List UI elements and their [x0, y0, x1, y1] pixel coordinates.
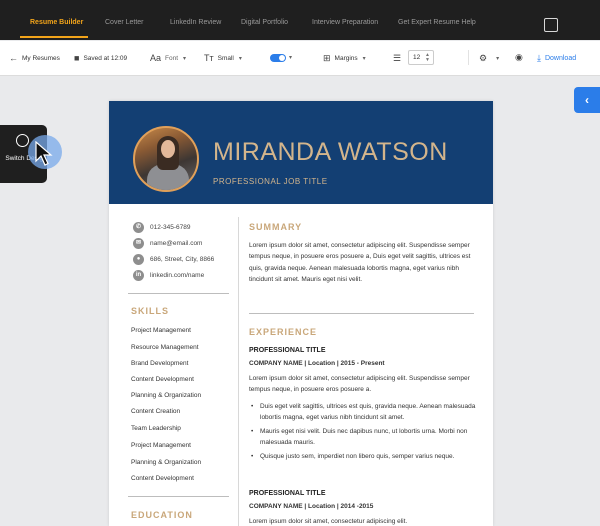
download-icon: ⤓ — [537, 53, 541, 63]
experience-heading[interactable]: EXPERIENCE — [249, 327, 317, 337]
summary-text[interactable]: Lorem ipsum dolor sit amet, consectetur … — [249, 240, 481, 286]
tab-linkedin-review[interactable]: LinkedIn Review — [170, 19, 221, 26]
contact-phone[interactable]: ✆ 012-345-6789 — [133, 222, 190, 233]
skill-item[interactable]: Team Leadership — [131, 425, 181, 432]
chevron-down-icon: ▾ — [238, 56, 242, 62]
location-pin-icon: ● — [133, 254, 144, 265]
window-square-icon[interactable] — [544, 18, 558, 32]
profile-photo[interactable] — [133, 126, 199, 192]
download-button[interactable]: ⤓ Download — [537, 54, 576, 63]
my-resumes-button[interactable]: ← My Resumes — [9, 54, 60, 63]
saved-status: ■ Saved at 12:09 — [74, 53, 128, 63]
text-size-icon: Tт — [204, 53, 214, 63]
settings-dropdown[interactable]: ⚙ ▾ — [479, 54, 499, 63]
line-spacing-icon: ☰ — [393, 53, 402, 63]
palette-icon — [16, 134, 29, 147]
skill-item[interactable]: Brand Development — [131, 360, 188, 367]
job-company[interactable]: COMPANY NAME | Location | 2014 -2015 — [249, 503, 373, 510]
email-icon: ✉ — [133, 238, 144, 249]
skill-item[interactable]: Content Creation — [131, 408, 180, 415]
job-bullet[interactable]: Mauris eget nisi velit. Duis nec dapibus… — [251, 426, 485, 449]
eye-icon: ◉ — [515, 52, 523, 62]
line-spacing-stepper[interactable]: 12 ▲ ▼ — [408, 50, 434, 65]
job-description[interactable]: Lorem ipsum dolor sit amet, consectetur … — [249, 373, 481, 396]
chevron-down-icon: ▾ — [362, 56, 366, 62]
tab-digital-portfolio[interactable]: Digital Portfolio — [241, 19, 288, 26]
divider — [249, 313, 474, 314]
job-description[interactable]: Lorem ipsum dolor sit amet, consectetur … — [249, 516, 481, 526]
top-nav: Resume Builder Cover Letter LinkedIn Rev… — [0, 0, 600, 40]
active-tab-indicator — [20, 36, 88, 38]
gear-icon: ⚙ — [479, 53, 488, 63]
resume-name[interactable]: MIRANDA WATSON — [213, 138, 448, 167]
skill-item[interactable]: Content Development — [131, 475, 194, 482]
font-icon: Aa — [150, 53, 162, 63]
save-disk-icon: ■ — [74, 53, 80, 63]
tab-resume-builder[interactable]: Resume Builder — [30, 19, 83, 26]
tab-interview-preparation[interactable]: Interview Preparation — [312, 19, 378, 26]
color-toggle[interactable] — [270, 54, 286, 62]
skills-heading[interactable]: SKILLS — [131, 306, 169, 316]
skill-item[interactable]: Content Development — [131, 376, 194, 383]
column-divider — [238, 217, 239, 526]
phone-icon: ✆ — [133, 222, 144, 233]
toolbar-divider — [468, 50, 469, 65]
preview-button[interactable]: ◉ — [515, 53, 527, 62]
job-title[interactable]: PROFESSIONAL TITLE — [249, 347, 326, 354]
job-company[interactable]: COMPANY NAME | Location | 2015 - Present — [249, 360, 385, 367]
margins-dropdown[interactable]: ⊞ Margins ▾ — [323, 54, 366, 63]
back-arrow-icon: ← — [9, 53, 18, 63]
mouse-pointer-icon — [35, 141, 53, 166]
font-dropdown[interactable]: Aa Font ▾ — [150, 54, 186, 63]
linkedin-icon: in — [133, 270, 144, 281]
contact-email[interactable]: ✉ name@email.com — [133, 238, 202, 249]
divider — [128, 293, 229, 294]
resume-page[interactable]: MIRANDA WATSON PROFESSIONAL JOB TITLE ✆ … — [109, 101, 493, 526]
job-bullet[interactable]: Quisque justo sem, imperdiet non libero … — [251, 451, 485, 463]
education-heading[interactable]: EDUCATION — [131, 510, 193, 520]
skill-item[interactable]: Project Management — [131, 327, 191, 334]
contact-address[interactable]: ● 686, Street, City, 8866 — [133, 254, 214, 265]
tab-get-expert-help[interactable]: Get Expert Resume Help — [398, 19, 476, 26]
skill-item[interactable]: Planning & Organization — [131, 459, 201, 466]
skill-item[interactable]: Project Management — [131, 442, 191, 449]
chevron-down-icon: ▾ — [183, 56, 187, 62]
tab-cover-letter[interactable]: Cover Letter — [105, 19, 144, 26]
contact-linkedin[interactable]: in linkedin.com/name — [133, 270, 204, 281]
job-title[interactable]: PROFESSIONAL TITLE — [249, 490, 326, 497]
chevron-down-icon[interactable]: ▾ — [289, 54, 292, 61]
skill-item[interactable]: Planning & Organization — [131, 392, 201, 399]
stepper-arrows-icon[interactable]: ▲ ▼ — [425, 53, 430, 63]
divider — [128, 496, 229, 497]
job-bullet[interactable]: Duis eget velit sagittis, ultrices est q… — [251, 401, 485, 424]
skill-item[interactable]: Resource Management — [131, 344, 199, 351]
text-size-dropdown[interactable]: Tт Small ▾ — [204, 54, 242, 63]
resume-job-title[interactable]: PROFESSIONAL JOB TITLE — [213, 177, 328, 186]
collapse-panel-button[interactable]: ‹ — [574, 87, 600, 113]
chevron-down-icon: ▾ — [496, 56, 500, 62]
summary-heading[interactable]: SUMMARY — [249, 222, 302, 232]
margins-icon: ⊞ — [323, 53, 331, 63]
resume-header: MIRANDA WATSON PROFESSIONAL JOB TITLE — [109, 101, 493, 204]
chevron-left-icon: ‹ — [585, 93, 589, 107]
